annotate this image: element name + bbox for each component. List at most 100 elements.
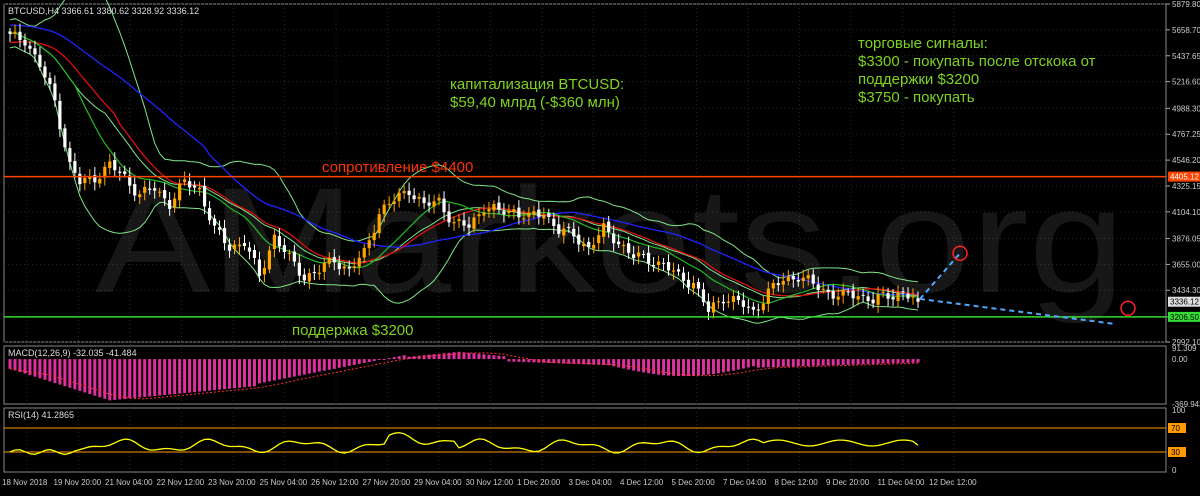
- macd-bar: [701, 359, 705, 376]
- price-tick-label: 3655.00: [1172, 260, 1200, 269]
- macd-bar: [781, 359, 785, 367]
- macd-bar: [841, 359, 845, 365]
- candle-body: [522, 218, 526, 220]
- macd-bar: [761, 359, 765, 368]
- macd-bar: [632, 359, 636, 371]
- macd-histogram: [8, 351, 920, 401]
- candle-body: [627, 243, 631, 253]
- candle-body: [237, 244, 242, 247]
- macd-bar: [427, 354, 431, 360]
- macd-bar: [332, 359, 336, 369]
- candle-body: [771, 283, 775, 289]
- candle-body: [886, 293, 890, 299]
- macd-bar: [756, 359, 760, 368]
- macd-bar: [731, 359, 735, 371]
- rsi-level-tag: 70: [1171, 424, 1180, 433]
- candle-body: [407, 190, 411, 195]
- macd-bar: [377, 359, 381, 361]
- macd-bar: [492, 355, 496, 360]
- candle-body: [38, 54, 42, 68]
- macd-bar: [153, 359, 157, 396]
- macd-bar: [78, 359, 82, 391]
- macd-bar: [836, 359, 840, 366]
- candle-body: [492, 203, 496, 211]
- candle-body: [387, 203, 391, 205]
- candle-body: [327, 257, 331, 264]
- time-tick-label: 8 Dec 12:00: [775, 478, 819, 487]
- macd-bar: [771, 359, 775, 368]
- macd-bar: [746, 359, 750, 368]
- candle-body: [148, 188, 152, 190]
- price-tick-label: 3434.30: [1172, 286, 1200, 295]
- candle-body: [332, 257, 336, 263]
- candle-body: [322, 262, 326, 272]
- time-tick-label: 21 Nov 04:00: [105, 478, 153, 487]
- macd-bar: [791, 359, 795, 367]
- candle-body: [517, 207, 521, 218]
- macd-bar: [522, 359, 526, 363]
- candle-body: [736, 295, 740, 301]
- macd-title: MACD(12,26,9) -32.035 -41.484: [8, 348, 137, 358]
- time-axis[interactable]: 18 Nov 2018 19 Nov 20:00 21 Nov 04:00 22 No…: [2, 478, 977, 487]
- macd-bar: [442, 353, 446, 360]
- macd-bar: [886, 359, 890, 364]
- candle-body: [192, 185, 197, 188]
- macd-bar: [821, 359, 825, 366]
- macd-bar: [816, 359, 820, 366]
- candle-body: [222, 228, 227, 244]
- price-tick-label: 4104.10: [1172, 208, 1200, 217]
- macd-bar: [48, 359, 52, 382]
- macd-bar: [826, 359, 830, 366]
- time-tick-label: 5 Dec 20:00: [672, 478, 716, 487]
- candle-body: [836, 296, 840, 300]
- candle-body: [656, 261, 661, 265]
- macd-bar: [307, 359, 311, 374]
- rsi-panel[interactable]: [3, 407, 1167, 473]
- candle-body: [108, 161, 112, 169]
- macd-bar: [188, 359, 192, 393]
- macd-bar: [507, 359, 511, 362]
- candle-body: [462, 220, 466, 226]
- macd-bar: [891, 359, 895, 364]
- candle-body: [512, 209, 516, 213]
- candle-body: [73, 161, 77, 173]
- macd-bar: [357, 359, 361, 364]
- macd-bar: [208, 359, 212, 391]
- macd-bar: [148, 359, 152, 397]
- chart-canvas: AMarkets.org капитализация BTCUSD: $59,4…: [2, 0, 1200, 487]
- candle-body: [277, 236, 282, 247]
- candle-body: [417, 196, 421, 199]
- candle-body: [48, 77, 52, 85]
- macd-bar: [168, 359, 172, 395]
- macd-bar: [13, 359, 17, 371]
- macd-bar: [43, 359, 47, 380]
- macd-bar: [901, 359, 905, 364]
- macd-bar: [257, 359, 261, 384]
- macd-bar: [382, 359, 386, 361]
- macd-bar: [682, 359, 686, 377]
- resistance-price-tag: 4405.12: [1170, 173, 1199, 182]
- candle-body: [227, 244, 232, 251]
- candle-body: [217, 227, 222, 230]
- macd-bar: [317, 359, 321, 372]
- candle-body: [18, 31, 22, 41]
- macd-bar: [447, 352, 451, 360]
- macd-bar: [302, 359, 306, 375]
- candle-body: [881, 291, 885, 293]
- macd-bar: [88, 359, 92, 395]
- candle-body: [866, 296, 870, 302]
- candle-body: [372, 232, 376, 241]
- candle-body: [317, 272, 321, 275]
- candle-body: [731, 296, 736, 303]
- macd-bar: [457, 351, 461, 360]
- macd-bar: [53, 359, 57, 384]
- macd-tick-label: 0.00: [1172, 355, 1188, 364]
- rsi-line: [9, 431, 919, 456]
- candle-body: [542, 214, 546, 219]
- candle-body: [447, 211, 451, 223]
- macd-bar: [322, 359, 326, 371]
- candle-body: [113, 160, 117, 171]
- candle-body: [851, 290, 855, 299]
- candle-body: [582, 243, 586, 247]
- candle-body: [367, 240, 371, 249]
